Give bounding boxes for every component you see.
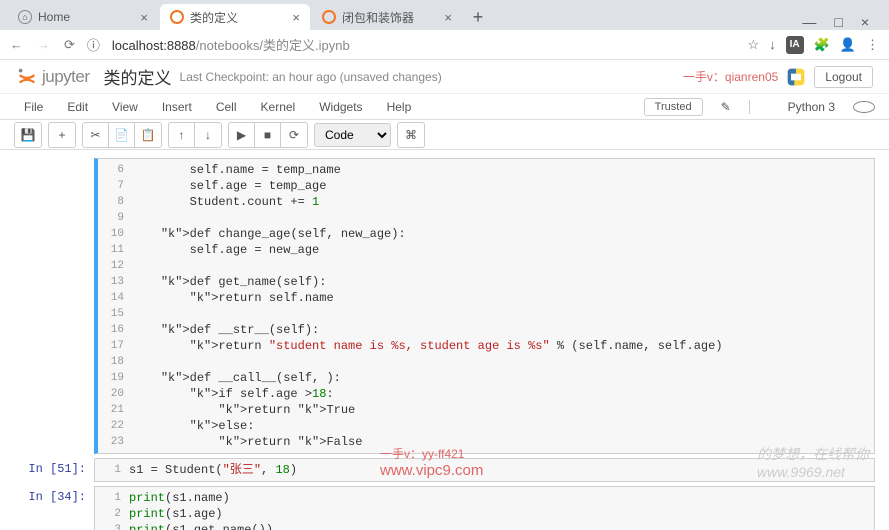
tab-title: Home — [38, 10, 70, 24]
close-window-icon[interactable]: × — [861, 14, 869, 30]
notebook-container: 6 self.name = temp_name7 self.age = temp… — [0, 150, 889, 530]
nav-controls: ← → ⟳ — [10, 37, 75, 53]
puzzle-icon[interactable]: 🧩 — [814, 37, 830, 53]
cell-prompt: In [34]: — [14, 486, 94, 530]
command-palette-button[interactable]: ⌘ — [398, 123, 424, 147]
save-button[interactable]: 💾 — [15, 123, 41, 147]
browser-tab-notebook-1[interactable]: 类的定义 × — [160, 4, 310, 30]
jupyter-icon — [322, 10, 336, 24]
window-controls: — □ × — [790, 14, 881, 30]
logo-text: jupyter — [42, 67, 90, 87]
cut-button[interactable]: ✂ — [83, 123, 109, 147]
close-icon[interactable]: × — [444, 10, 452, 25]
browser-tab-notebook-2[interactable]: 闭包和装饰器 × — [312, 4, 462, 30]
jupyter-icon — [16, 66, 38, 88]
code-cell[interactable]: 6 self.name = temp_name7 self.age = temp… — [94, 158, 875, 454]
checkpoint-text: Last Checkpoint: an hour ago (unsaved ch… — [180, 70, 442, 84]
jupyter-icon — [170, 10, 184, 24]
maximize-icon[interactable]: □ — [834, 14, 842, 30]
url-path: /notebooks/类的定义.ipynb — [196, 38, 350, 53]
add-cell-button[interactable]: + — [49, 123, 75, 147]
menu-edit[interactable]: Edit — [57, 98, 98, 116]
run-button[interactable]: ▶ — [229, 123, 255, 147]
trusted-badge[interactable]: Trusted — [644, 98, 703, 116]
user-icon[interactable]: 👤 — [840, 37, 856, 53]
edit-icon[interactable]: ✎ — [711, 98, 741, 116]
logout-button[interactable]: Logout — [814, 66, 873, 88]
extension-badge[interactable]: IA — [786, 36, 804, 54]
kernel-indicator — [853, 101, 875, 113]
menu-file[interactable]: File — [14, 98, 53, 116]
new-tab-button[interactable]: + — [464, 4, 492, 30]
home-icon: ⌂ — [18, 10, 32, 24]
download-icon[interactable]: ↓ — [769, 37, 776, 52]
move-up-button[interactable]: ↑ — [169, 123, 195, 147]
menu-kernel[interactable]: Kernel — [251, 98, 306, 116]
info-icon[interactable]: ⓘ — [87, 35, 100, 54]
browser-tab-bar: ⌂ Home × 类的定义 × 闭包和装饰器 × + — □ × — [0, 0, 889, 30]
menu-view[interactable]: View — [102, 98, 148, 116]
cell-prompt — [14, 158, 94, 454]
restart-button[interactable]: ⟳ — [281, 123, 307, 147]
menu-cell[interactable]: Cell — [206, 98, 247, 116]
star-icon[interactable]: ☆ — [747, 37, 759, 53]
celltype-select[interactable]: Code — [314, 123, 391, 147]
close-icon[interactable]: × — [292, 10, 300, 25]
back-icon[interactable]: ← — [10, 37, 23, 53]
menu-insert[interactable]: Insert — [152, 98, 202, 116]
toolbar: 💾 + ✂ 📄 📋 ↑ ↓ ▶ ■ ⟳ Code ⌘ — [0, 120, 889, 150]
toolbar-icons: ☆ ↓ IA 🧩 👤 ⋮ — [747, 36, 879, 54]
url-host: localhost:8888 — [112, 38, 196, 53]
close-icon[interactable]: × — [140, 10, 148, 25]
address-bar: ← → ⟳ ⓘ localhost:8888/notebooks/类的定义.ip… — [0, 30, 889, 60]
paste-button[interactable]: 📋 — [135, 123, 161, 147]
forward-icon[interactable]: → — [37, 37, 50, 53]
tab-title: 类的定义 — [190, 9, 238, 26]
jupyter-logo[interactable]: jupyter — [16, 66, 90, 88]
python-icon — [786, 67, 806, 87]
url-display[interactable]: localhost:8888/notebooks/类的定义.ipynb — [112, 35, 736, 54]
menu-icon[interactable]: ⋮ — [866, 37, 879, 53]
menu-widgets[interactable]: Widgets — [309, 98, 372, 116]
stop-button[interactable]: ■ — [255, 123, 281, 147]
code-cell[interactable]: 1s1 = Student("张三", 18) — [94, 458, 875, 482]
menu-bar: File Edit View Insert Cell Kernel Widget… — [0, 94, 889, 120]
kernel-name: Python 3 — [778, 98, 845, 116]
watermark-text: 一手v：qianren05 — [683, 68, 778, 85]
move-down-button[interactable]: ↓ — [195, 123, 221, 147]
browser-tab-home[interactable]: ⌂ Home × — [8, 4, 158, 30]
tab-title: 闭包和装饰器 — [342, 9, 414, 26]
cell-prompt: In [51]: — [14, 458, 94, 482]
notebook-title[interactable]: 类的定义 — [104, 64, 172, 89]
menu-help[interactable]: Help — [377, 98, 422, 116]
notebook-header: jupyter 类的定义 Last Checkpoint: an hour ag… — [0, 60, 889, 94]
copy-button[interactable]: 📄 — [109, 123, 135, 147]
minimize-icon[interactable]: — — [802, 14, 816, 30]
reload-icon[interactable]: ⟳ — [64, 37, 75, 53]
code-cell[interactable]: 1print(s1.name)2print(s1.age)3print(s1.g… — [94, 486, 875, 530]
